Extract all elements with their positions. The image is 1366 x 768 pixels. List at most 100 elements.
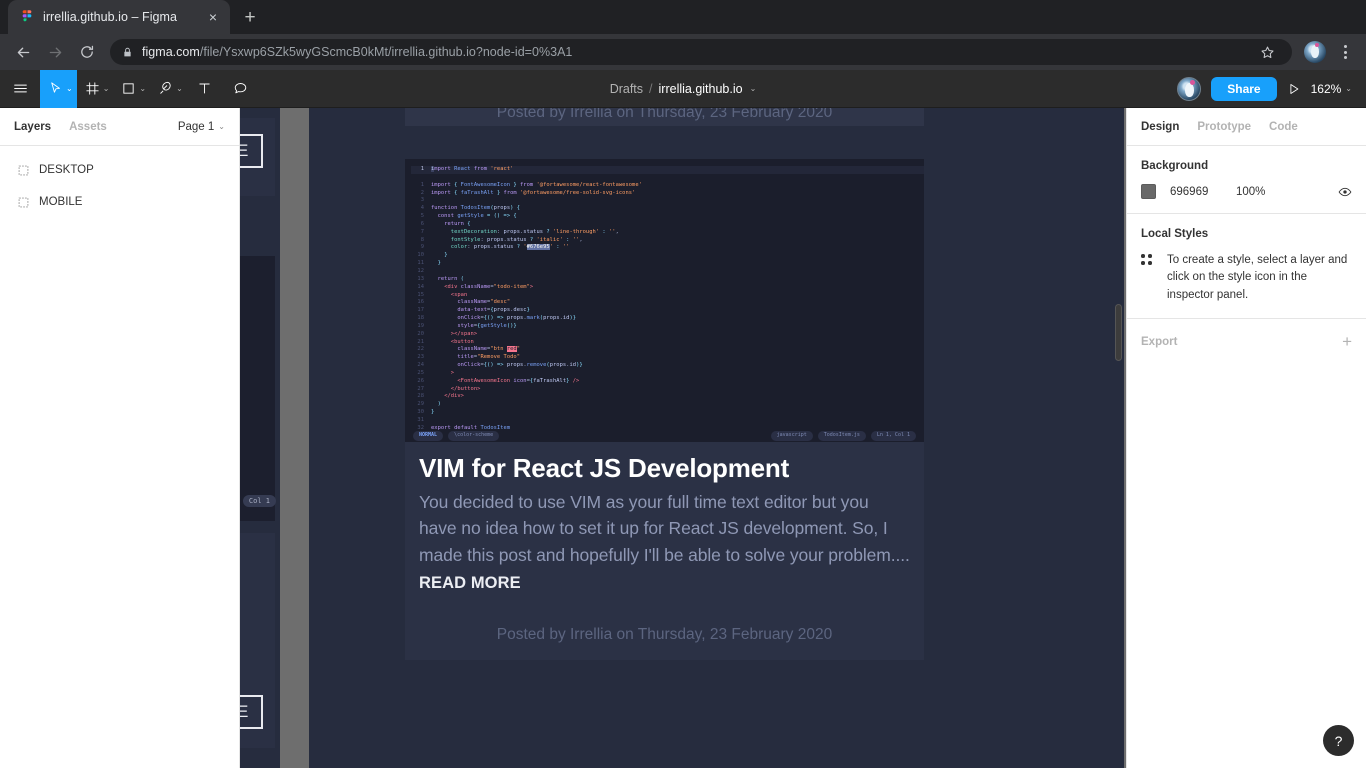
- back-arrow-icon[interactable]: [8, 37, 38, 67]
- forward-arrow-icon[interactable]: [40, 37, 70, 67]
- layers-panel: Layers Assets Page 1 ⌄ DESKTOP: [0, 108, 240, 768]
- code-listing: 1import React from 'react' 1import { Fon…: [405, 166, 924, 433]
- background-section: Background 696969 100%: [1127, 146, 1366, 214]
- design-panel: Design Prototype Code Background 696969 …: [1126, 108, 1366, 768]
- design-panel-tabs: Design Prototype Code: [1127, 108, 1366, 146]
- editor-language-badge: javascript: [771, 431, 813, 441]
- layer-item-label: MOBILE: [39, 196, 82, 208]
- tab-code[interactable]: Code: [1269, 121, 1298, 133]
- plus-icon[interactable]: +: [1342, 333, 1352, 350]
- url-path: /file/Ysxwp6SZk5wyGScmcB0kMt/irrellia.gi…: [200, 45, 573, 59]
- editor-status-right: javascript TodosItem.js Ln 1, Col 1: [771, 431, 916, 441]
- mobile-read-more-fragment[interactable]: E: [240, 134, 263, 168]
- zoom-level-selector[interactable]: 162% ⌄: [1311, 82, 1352, 96]
- figma-toolbar: ⌄ ⌄ ⌄ ⌄: [0, 70, 1366, 108]
- layer-item-label: DESKTOP: [39, 164, 94, 176]
- post-meta: Posted by Irrellia on Thursday, 23 Febru…: [419, 596, 910, 660]
- chevron-down-icon: ⌄: [176, 85, 183, 93]
- layer-item-mobile[interactable]: MOBILE: [0, 186, 239, 218]
- lock-icon: [122, 47, 133, 58]
- background-heading: Background: [1141, 160, 1352, 172]
- figma-app-window: irrellia.github.io – Figma × +: [0, 0, 1366, 768]
- kebab-menu-icon[interactable]: [1332, 39, 1358, 65]
- zoom-level-value: 162%: [1311, 82, 1342, 96]
- breadcrumb-separator: /: [649, 82, 652, 96]
- chevron-down-icon: ⌄: [218, 123, 225, 131]
- star-icon[interactable]: [1254, 39, 1280, 65]
- shape-tool[interactable]: ⌄: [113, 70, 150, 108]
- blog-post-body: VIM for React JS Development You decided…: [405, 442, 924, 660]
- background-fill-row: 696969 100%: [1141, 184, 1352, 199]
- text-tool[interactable]: [187, 70, 223, 108]
- frame-tool[interactable]: ⌄: [77, 70, 114, 108]
- move-tool[interactable]: ⌄: [40, 70, 77, 108]
- breadcrumb-project[interactable]: Drafts: [610, 82, 643, 96]
- background-opacity-value[interactable]: 100%: [1236, 186, 1265, 198]
- canvas-mobile-frame[interactable]: E Col 1 E: [240, 108, 280, 768]
- background-hex-value[interactable]: 696969: [1170, 186, 1236, 198]
- browser-tab-bar: irrellia.github.io – Figma × +: [0, 0, 1366, 34]
- tab-prototype[interactable]: Prototype: [1197, 121, 1251, 133]
- browser-tab-title: irrellia.github.io – Figma: [43, 10, 196, 24]
- chevron-down-icon: ⌄: [66, 85, 73, 93]
- help-button[interactable]: ?: [1323, 725, 1354, 756]
- blog-post-card[interactable]: 1import React from 'react' 1import { Fon…: [405, 159, 924, 660]
- previous-post-meta: Posted by Irrellia on Thursday, 23 Febru…: [405, 108, 924, 126]
- local-styles-section: Local Styles To create a style, select a…: [1127, 214, 1366, 319]
- page-title: VIM for React JS Development: [419, 454, 910, 484]
- reload-icon[interactable]: [72, 37, 102, 67]
- mobile-frame-content: E Col 1 E: [240, 108, 280, 768]
- page-selector-label: Page 1: [178, 121, 214, 133]
- export-section: Export +: [1127, 319, 1366, 364]
- editor-status-bar: NORMAL \color-scheme javascript TodosIte…: [405, 430, 924, 442]
- layer-item-desktop[interactable]: DESKTOP: [0, 154, 239, 186]
- figma-main-body: Layers Assets Page 1 ⌄ DESKTOP: [0, 108, 1366, 768]
- figma-canvas[interactable]: E Col 1 E Posted by Irrellia on Thursday…: [240, 108, 1126, 768]
- read-more-letter: E: [240, 702, 247, 722]
- hamburger-menu-icon[interactable]: [0, 70, 40, 108]
- comment-tool[interactable]: [223, 70, 259, 108]
- read-more-link[interactable]: READ MORE: [419, 574, 521, 592]
- export-label: Export: [1141, 336, 1177, 348]
- url-domain: figma.com: [142, 45, 200, 59]
- canvas-vertical-scrollbar[interactable]: [1115, 304, 1122, 361]
- pen-tool[interactable]: ⌄: [150, 70, 187, 108]
- share-button[interactable]: Share: [1211, 77, 1276, 101]
- present-button[interactable]: [1287, 82, 1301, 96]
- local-styles-hint-row: To create a style, select a layer and cl…: [1141, 252, 1352, 304]
- avatar[interactable]: [1177, 77, 1201, 101]
- profile-avatar[interactable]: [1304, 41, 1326, 63]
- page-selector[interactable]: Page 1 ⌄: [178, 121, 225, 133]
- tab-assets[interactable]: Assets: [69, 121, 107, 133]
- local-styles-heading: Local Styles: [1141, 228, 1352, 240]
- chevron-down-icon: ⌄: [103, 85, 110, 93]
- code-screenshot-image: 1import React from 'react' 1import { Fon…: [405, 159, 924, 442]
- browser-tab-active[interactable]: irrellia.github.io – Figma ×: [8, 0, 230, 34]
- address-bar[interactable]: figma.com/file/Ysxwp6SZk5wyGScmcB0kMt/ir…: [110, 39, 1292, 65]
- tab-layers[interactable]: Layers: [14, 121, 51, 133]
- post-excerpt: You decided to use VIM as your full time…: [419, 489, 910, 596]
- layers-panel-tabs: Layers Assets Page 1 ⌄: [0, 108, 239, 146]
- style-dots-icon: [1141, 254, 1153, 266]
- chevron-down-icon[interactable]: ⌄: [750, 84, 757, 93]
- close-icon[interactable]: ×: [204, 8, 222, 26]
- breadcrumb-file-name[interactable]: irrellia.github.io: [659, 82, 743, 96]
- frame-icon: [18, 165, 29, 176]
- color-swatch[interactable]: [1141, 184, 1156, 199]
- read-more-letter: E: [240, 141, 247, 161]
- canvas-desktop-frame[interactable]: Posted by Irrellia on Thursday, 23 Febru…: [309, 108, 1124, 768]
- figma-logo-icon: [19, 9, 35, 25]
- figma-tool-group: ⌄ ⌄ ⌄ ⌄: [0, 70, 259, 107]
- editor-mode-badge: NORMAL: [413, 431, 443, 441]
- post-excerpt-text: You decided to use VIM as your full time…: [419, 492, 910, 565]
- figma-toolbar-actions: Share 162% ⌄: [1177, 77, 1366, 101]
- editor-filename-badge: TodosItem.js: [818, 431, 866, 441]
- tab-design[interactable]: Design: [1141, 121, 1179, 133]
- browser-toolbar: figma.com/file/Ysxwp6SZk5wyGScmcB0kMt/ir…: [0, 34, 1366, 70]
- new-tab-button[interactable]: +: [236, 3, 264, 31]
- previous-post-meta-text: Posted by Irrellia on Thursday, 23 Febru…: [497, 108, 832, 122]
- mobile-status-badge: Col 1: [243, 495, 276, 507]
- chevron-down-icon: ⌄: [139, 85, 146, 93]
- mobile-read-more-fragment-2[interactable]: E: [240, 695, 263, 729]
- eye-icon[interactable]: [1338, 185, 1352, 199]
